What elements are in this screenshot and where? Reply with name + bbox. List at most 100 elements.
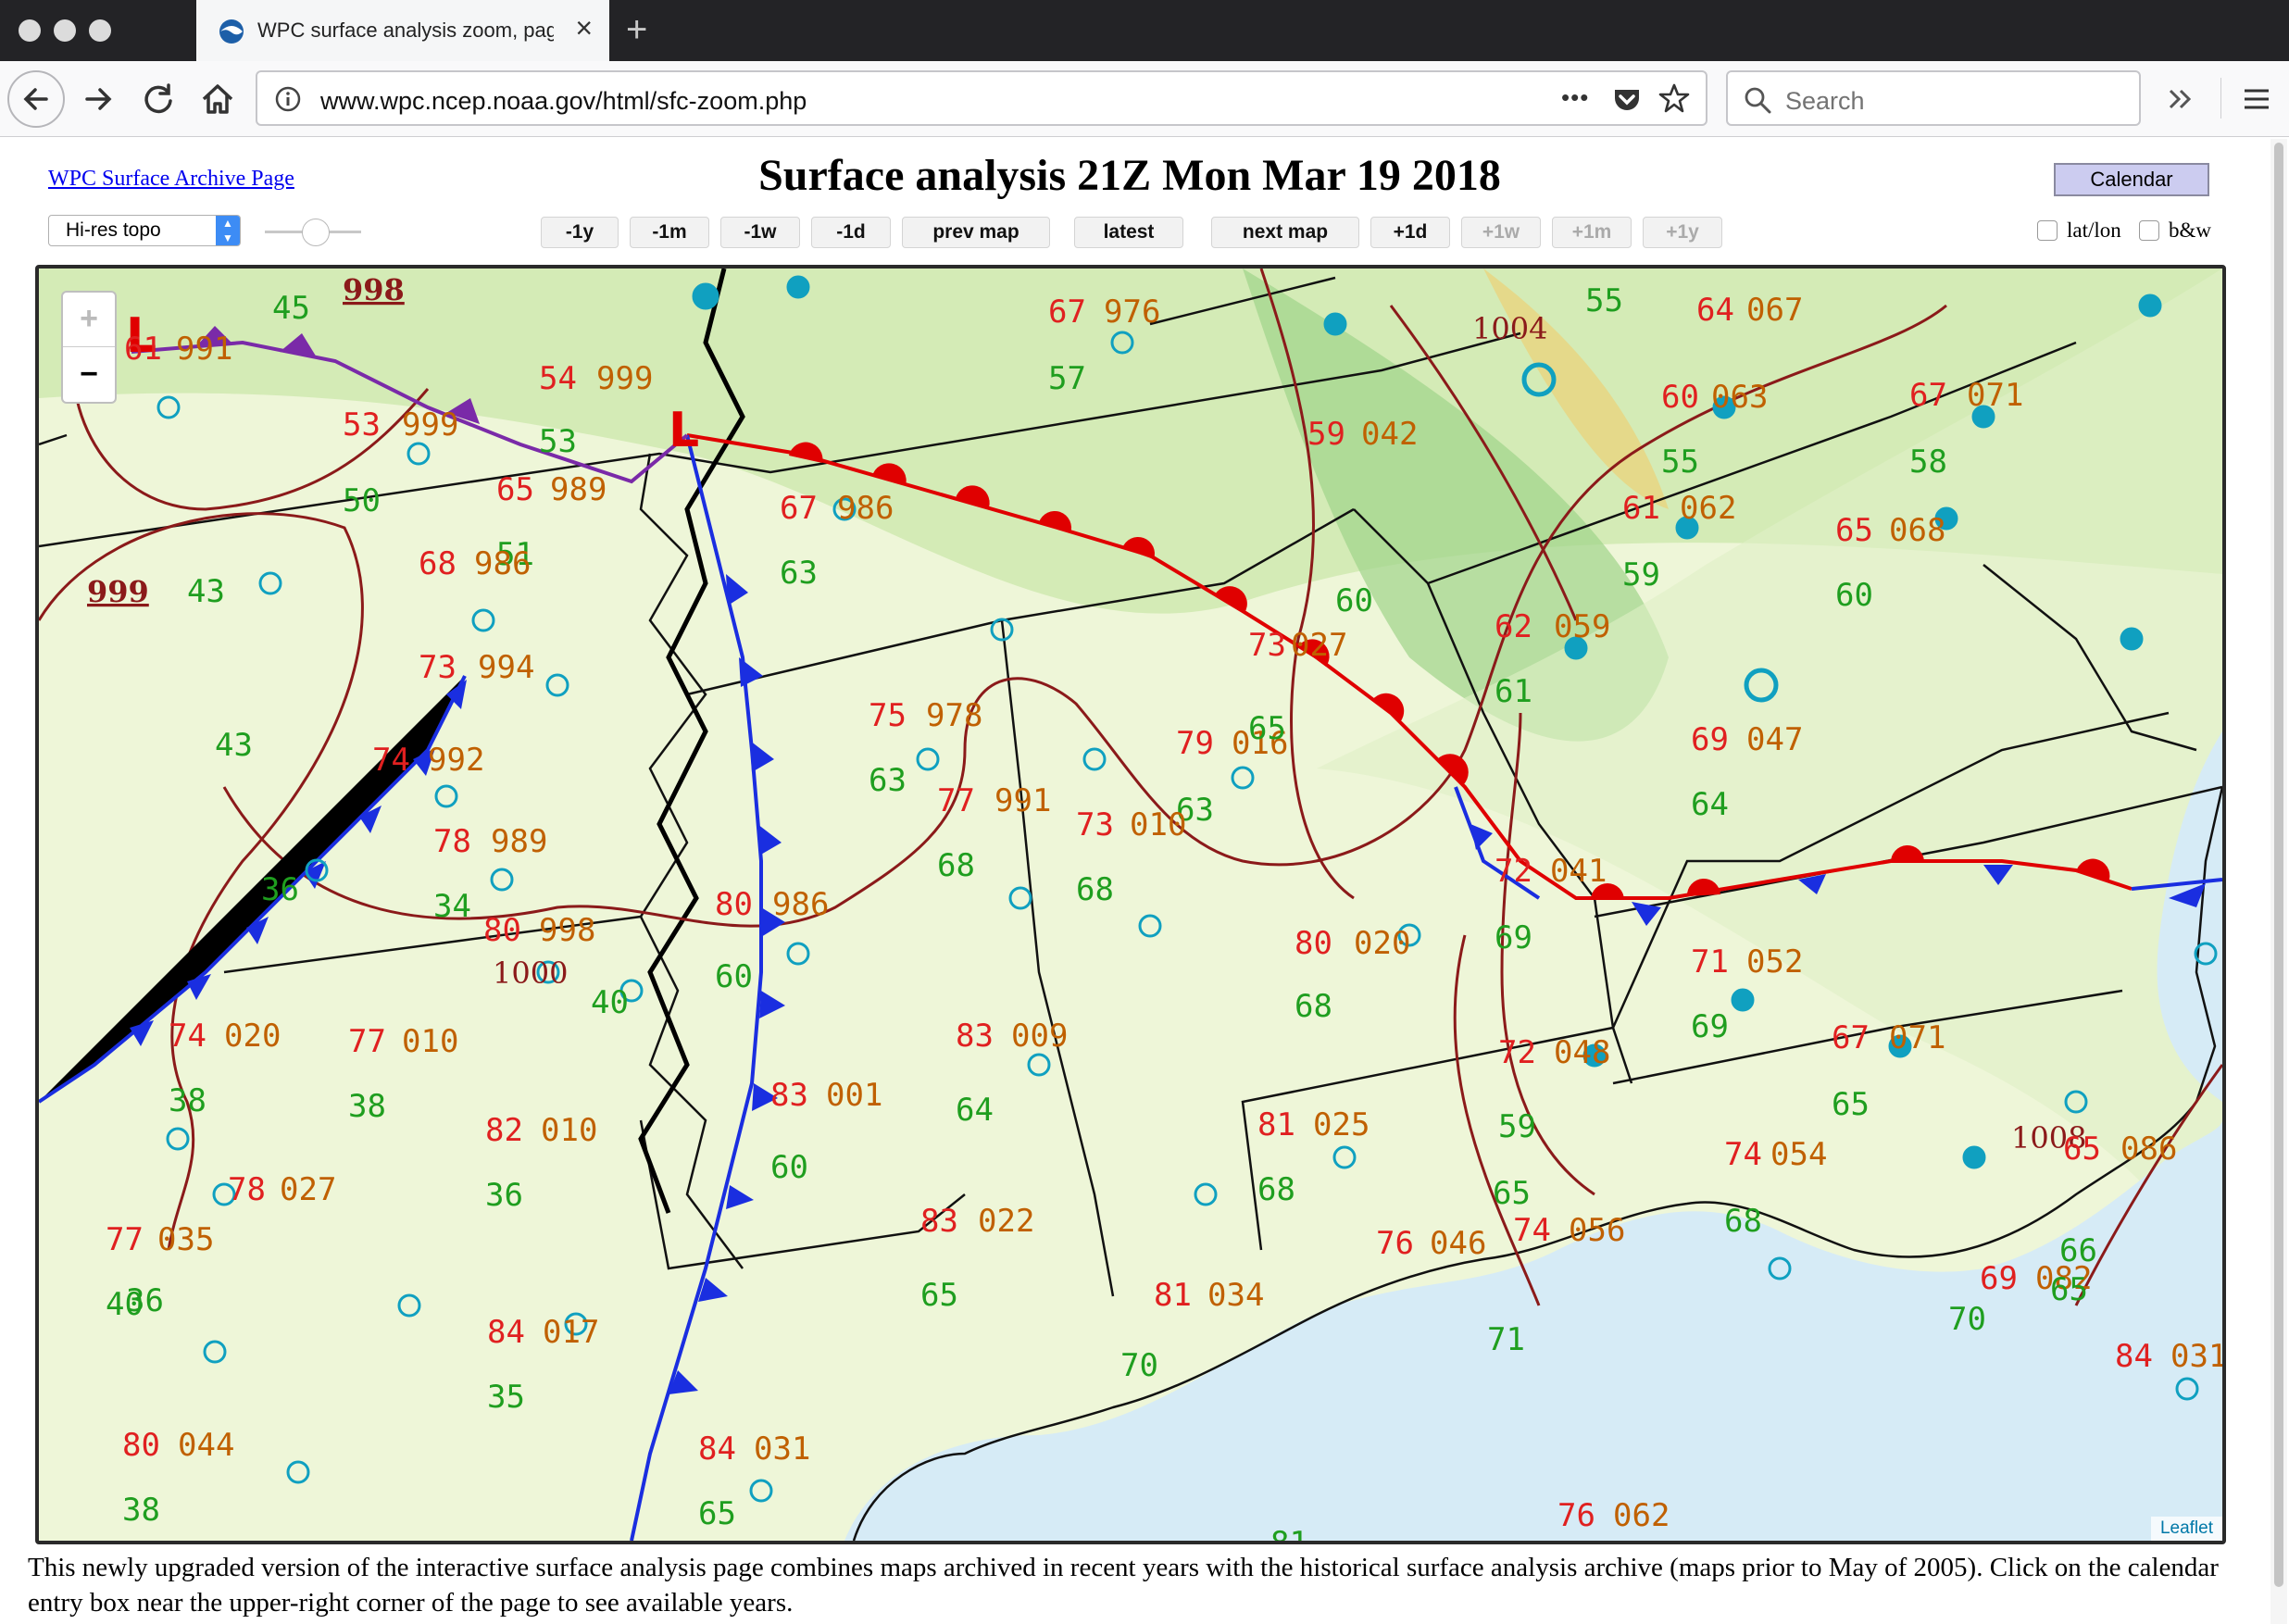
- page-description: This newly upgraded version of the inter…: [28, 1553, 2219, 1618]
- map-canvas[interactable]: 998 999 1004 1000 1008 L L 61 99145 53 999…: [39, 269, 2222, 1541]
- svg-text:68: 68: [1724, 1203, 1762, 1240]
- svg-text:73: 73: [419, 649, 457, 686]
- svg-text:74: 74: [169, 1018, 206, 1055]
- window-close-dot[interactable]: [19, 19, 41, 42]
- svg-text:086: 086: [2120, 1131, 2177, 1168]
- reload-icon[interactable]: [137, 78, 180, 120]
- hamburger-menu-icon[interactable]: [2241, 83, 2272, 115]
- svg-text:84: 84: [698, 1430, 736, 1468]
- opacity-slider-thumb[interactable]: [302, 219, 330, 246]
- svg-text:40: 40: [106, 1286, 144, 1323]
- svg-text:53: 53: [539, 423, 577, 460]
- svg-text:020: 020: [1354, 925, 1410, 962]
- page-title: Surface analysis 21Z Mon Mar 19 2018: [758, 151, 1501, 200]
- svg-text:68: 68: [1295, 988, 1332, 1025]
- svg-text:64: 64: [956, 1092, 994, 1129]
- svg-text:38: 38: [122, 1492, 160, 1529]
- window-minimize-dot[interactable]: [54, 19, 76, 42]
- page-actions-icon[interactable]: •••: [1561, 83, 1589, 112]
- svg-text:67: 67: [1832, 1019, 1870, 1056]
- svg-text:992: 992: [428, 742, 484, 779]
- leaflet-attribution-link[interactable]: Leaflet: [2150, 1517, 2222, 1541]
- nav-minus-1d-button[interactable]: -1d: [811, 217, 891, 248]
- svg-text:63: 63: [780, 555, 818, 592]
- pressure-label: 1004: [1472, 311, 1547, 346]
- bw-checkbox[interactable]: [2139, 220, 2159, 241]
- svg-text:067: 067: [1746, 292, 1803, 329]
- svg-text:047: 047: [1746, 721, 1803, 758]
- prev-map-button[interactable]: prev map: [902, 217, 1050, 248]
- overflow-chevrons-icon[interactable]: [2165, 83, 2196, 115]
- home-icon[interactable]: [196, 78, 239, 120]
- svg-text:76: 76: [1376, 1225, 1414, 1262]
- latest-button[interactable]: latest: [1074, 217, 1183, 248]
- svg-text:78: 78: [433, 823, 471, 860]
- svg-text:60: 60: [770, 1149, 808, 1186]
- svg-text:976: 976: [1104, 294, 1160, 331]
- svg-text:74: 74: [1724, 1136, 1762, 1173]
- svg-text:78: 78: [228, 1171, 266, 1208]
- svg-text:044: 044: [178, 1427, 234, 1464]
- svg-text:77: 77: [348, 1023, 386, 1060]
- svg-text:34: 34: [433, 888, 471, 925]
- svg-text:60: 60: [715, 958, 753, 995]
- svg-text:71: 71: [1691, 943, 1729, 981]
- scrollbar-thumb[interactable]: [2274, 143, 2283, 1587]
- latlon-checkbox[interactable]: [2037, 220, 2058, 241]
- svg-text:81: 81: [1154, 1277, 1192, 1314]
- svg-text:65: 65: [1832, 1086, 1870, 1123]
- svg-text:81: 81: [1270, 1525, 1308, 1541]
- svg-text:80: 80: [483, 912, 521, 949]
- svg-text:989: 989: [550, 471, 607, 508]
- svg-text:81: 81: [1257, 1106, 1295, 1143]
- svg-text:063: 063: [1711, 379, 1768, 416]
- url-text[interactable]: www.wpc.ncep.noaa.gov/html/sfc-zoom.php: [320, 87, 807, 116]
- svg-text:62: 62: [1495, 608, 1532, 645]
- nav-minus-1m-button[interactable]: -1m: [630, 217, 709, 248]
- next-map-button[interactable]: next map: [1211, 217, 1359, 248]
- svg-text:031: 031: [2170, 1338, 2222, 1375]
- svg-text:80: 80: [122, 1427, 160, 1464]
- info-icon[interactable]: [274, 85, 302, 113]
- tab-close-icon[interactable]: ×: [575, 13, 593, 43]
- back-button[interactable]: [7, 70, 65, 128]
- surface-analysis-map[interactable]: 998 999 1004 1000 1008 L L 61 991 45 53 999…: [35, 265, 2226, 1544]
- forward-arrow-icon[interactable]: [78, 78, 120, 120]
- url-bar[interactable]: www.wpc.ncep.noaa.gov/html/sfc-zoom.php …: [256, 70, 1707, 126]
- nav-plus-1y-button[interactable]: +1y: [1643, 217, 1722, 248]
- calendar-button[interactable]: Calendar: [2054, 163, 2209, 196]
- svg-text:022: 022: [978, 1203, 1034, 1240]
- window-zoom-dot[interactable]: [89, 19, 111, 42]
- svg-text:83: 83: [956, 1018, 994, 1055]
- latlon-label: lat/lon: [2067, 219, 2121, 242]
- browser-tab-active[interactable]: WPC surface analysis zoom, page ×: [196, 0, 609, 61]
- nav-plus-1w-button[interactable]: +1w: [1461, 217, 1541, 248]
- svg-text:65: 65: [920, 1277, 958, 1314]
- svg-text:84: 84: [487, 1314, 525, 1351]
- svg-text:68: 68: [419, 545, 457, 582]
- pressure-label: 998: [343, 272, 405, 307]
- svg-text:79: 79: [1176, 725, 1214, 762]
- svg-text:994: 994: [478, 649, 534, 686]
- search-bar[interactable]: Search: [1726, 70, 2141, 126]
- nav-plus-1d-button[interactable]: +1d: [1370, 217, 1450, 248]
- page-scrollbar[interactable]: [2270, 139, 2287, 1624]
- search-input[interactable]: Search: [1785, 87, 1865, 116]
- nav-minus-1w-button[interactable]: -1w: [720, 217, 800, 248]
- svg-text:035: 035: [157, 1221, 214, 1258]
- layer-select[interactable]: Hi-res topo ▲ ▼: [48, 215, 241, 246]
- svg-text:84: 84: [2115, 1338, 2153, 1375]
- nav-minus-1y-button[interactable]: -1y: [541, 217, 619, 248]
- svg-text:65: 65: [1248, 710, 1286, 747]
- zoom-out-button[interactable]: −: [63, 348, 115, 402]
- svg-text:36: 36: [485, 1177, 523, 1214]
- nav-plus-1m-button[interactable]: +1m: [1552, 217, 1632, 248]
- zoom-in-button[interactable]: +: [63, 293, 115, 347]
- pressure-label: 999: [87, 574, 149, 609]
- new-tab-icon[interactable]: +: [626, 9, 647, 50]
- tab-title: WPC surface analysis zoom, page: [257, 19, 554, 42]
- bookmark-star-icon[interactable]: [1657, 81, 1691, 115]
- pocket-icon[interactable]: [1611, 83, 1643, 115]
- svg-text:59: 59: [1622, 556, 1660, 593]
- svg-text:025: 025: [1313, 1106, 1370, 1143]
